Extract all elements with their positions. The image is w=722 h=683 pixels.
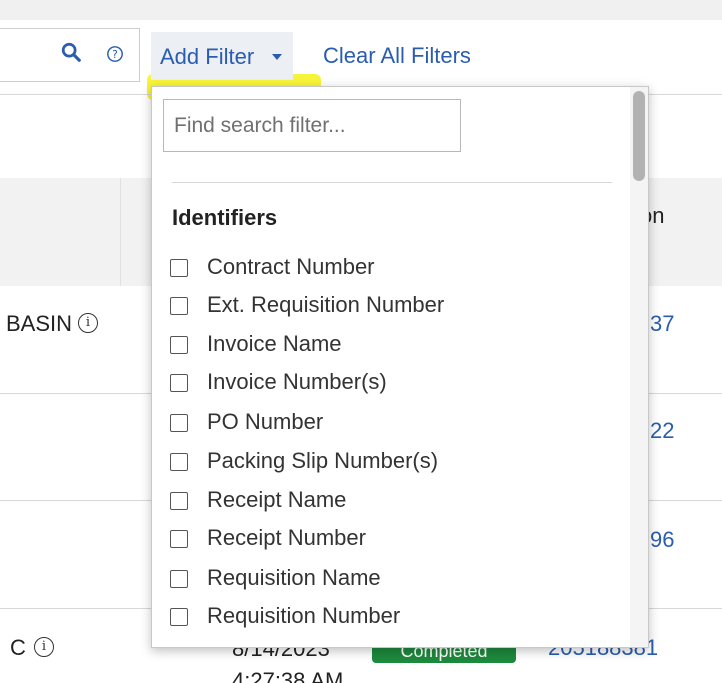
checkbox[interactable] [170,530,188,548]
top-strip [0,0,722,20]
table-cell-link[interactable]: 37 [650,311,674,337]
scrollbar-thumb[interactable] [633,91,645,181]
checkbox[interactable] [170,570,188,588]
dropdown-divider [172,182,612,183]
svg-text:?: ? [112,48,118,61]
column-divider [120,178,121,286]
checkbox[interactable] [170,453,188,471]
filter-option[interactable]: PO Number [170,409,610,439]
table-cell-name: BASIN [6,311,73,336]
filter-option-label: Invoice Name [207,331,342,356]
section-title-identifiers: Identifiers [172,205,278,230]
filter-option[interactable]: Requisition Number [170,603,610,633]
filter-option-label: Ext. Requisition Number [207,292,445,317]
checkbox[interactable] [170,374,188,392]
filter-option[interactable]: Requisition Name [170,565,610,595]
filter-option-label: Receipt Name [207,487,347,512]
table-cell-link[interactable]: 22 [650,418,674,444]
caret-down-icon [272,54,282,60]
table-cell-link[interactable]: 96 [650,527,674,553]
add-filter-button[interactable]: Add Filter [151,32,293,80]
search-icon[interactable] [60,41,82,63]
filter-option-label: PO Number [207,409,324,434]
clear-all-filters-link[interactable]: Clear All Filters [323,43,471,69]
filter-option-label: Receipt Number [207,525,366,550]
search-box[interactable]: ? [0,28,140,82]
checkbox[interactable] [170,414,188,432]
filter-option[interactable]: Packing Slip Number(s) [170,448,610,478]
help-icon[interactable]: ? [106,45,124,63]
checkbox[interactable] [170,336,188,354]
filter-option[interactable]: Contract Number [170,254,610,284]
filter-option[interactable]: Receipt Name [170,487,610,517]
filter-option-label: Packing Slip Number(s) [207,448,439,473]
filter-option[interactable]: Ext. Requisition Number [170,292,610,322]
checkbox[interactable] [170,297,188,315]
add-filter-label: Add Filter [160,44,255,69]
checkbox[interactable] [170,608,188,626]
filter-option[interactable]: Receipt Number [170,525,610,555]
filter-option-label: Requisition Number [207,603,401,628]
filter-option-label: Requisition Name [207,565,381,590]
page: ? Add Filter Clear All Filters on BASIN … [0,0,722,683]
filter-option[interactable]: Invoice Number(s) [170,369,610,399]
table-cell-name: C [10,635,26,660]
filter-option-label: Invoice Number(s) [207,369,387,394]
table-cell-time: 4:27:38 AM [232,668,344,683]
filter-option-label: Contract Number [207,254,375,279]
info-icon[interactable]: i [78,313,98,333]
checkbox[interactable] [170,259,188,277]
info-icon[interactable]: i [34,637,54,657]
filter-option[interactable]: Invoice Name [170,331,610,361]
add-filter-dropdown: Identifiers Contract Number Ext. Requisi… [151,86,649,648]
filter-search-input[interactable] [163,99,461,152]
checkbox[interactable] [170,492,188,510]
